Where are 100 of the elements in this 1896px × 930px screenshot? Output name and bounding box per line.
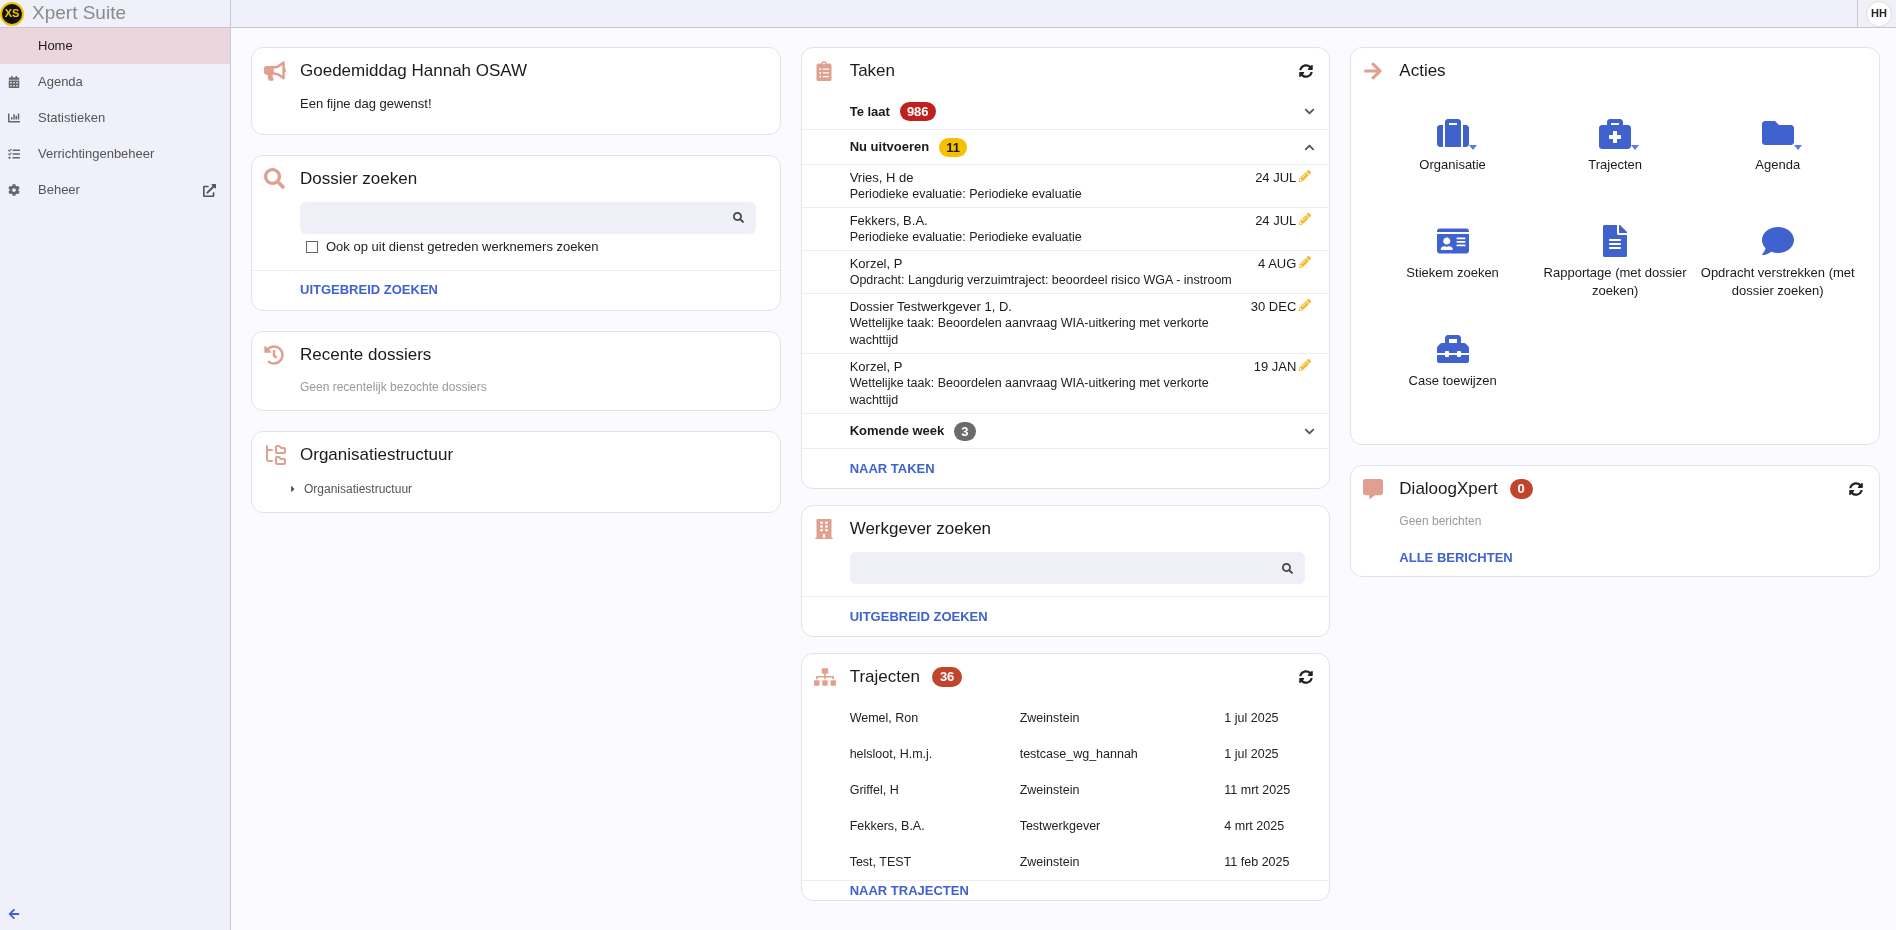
task-group-header[interactable]: Komende week 3 <box>801 413 1330 448</box>
table-cell-text: Zweinstein <box>1019 781 1081 799</box>
count-badge: 36 <box>931 667 963 687</box>
card-link[interactable]: UITGEBREID ZOEKEN <box>300 280 438 300</box>
task-description: Wettelijke taak: Beoordelen aanvraag WIA-uitkering met verkorte wachttijd <box>849 375 1210 409</box>
action-label: Trajecten <box>1588 156 1642 174</box>
toolbox-icon <box>1436 333 1469 365</box>
pencil-icon[interactable] <box>1299 359 1312 371</box>
task-description: Wettelijke taak: Beoordelen aanvraag WIA-uitkering met verkorte wachttijd <box>849 315 1210 349</box>
task-name: Fekkers, B.A. <box>849 212 929 229</box>
card-title: Trajecten <box>849 666 920 689</box>
task-row[interactable]: Vries, H de Periodieke evaluatie: Periodieke evaluatie 24 JUL <box>801 164 1330 207</box>
speech-bubble-icon <box>1761 225 1794 257</box>
action-label: Opdracht verstrekken (met dossier zoeken) <box>1699 264 1856 300</box>
tree-item[interactable]: Organisatiestructuur <box>288 477 780 500</box>
card-title: Taken <box>849 60 896 83</box>
task-description: Periodieke evaluatie: Periodieke evaluatie <box>849 186 1083 203</box>
card-link[interactable]: NAAR TRAJECTEN <box>849 880 969 901</box>
table-cell-text: Testwerkgever <box>1019 817 1102 835</box>
pencil-icon[interactable] <box>1299 170 1312 182</box>
search-field[interactable] <box>849 552 1306 584</box>
search-icon <box>264 168 285 189</box>
traject-row[interactable]: Wemel, Ron Zweinstein 1 jul 2025 <box>801 700 1330 736</box>
task-row[interactable]: Dossier Testwerkgever 1, D. Wettelijke taak: Beoordelen aanvraag WIA-uitkering met verkorte wachttijd 30 DEC <box>801 293 1330 353</box>
count-badge: 3 <box>954 421 976 441</box>
search-field[interactable] <box>300 201 756 234</box>
greeting-text: Een fijne dag gewenst! <box>299 95 433 113</box>
table-cell-text: 11 mrt 2025 <box>1224 781 1292 799</box>
medical-kit-icon <box>1599 117 1632 149</box>
table-cell-text: testcase_wg_hannah <box>1019 745 1139 763</box>
pencil-icon[interactable] <box>1299 256 1312 268</box>
action-label: Agenda <box>1755 156 1801 174</box>
app-title: Xpert Suite <box>32 1 126 26</box>
task-date: 30 DEC <box>1250 298 1297 316</box>
card-title: Acties <box>1399 60 1446 83</box>
checkbox-label: Ook op uit dienst getreden werknemers zoeken <box>326 237 599 256</box>
table-cell-text: Fekkers, B.A. <box>849 817 926 835</box>
refresh-icon[interactable] <box>1849 482 1863 496</box>
chevron-down-icon <box>1304 106 1316 117</box>
card-title: Goedemiddag Hannah OSAW <box>300 60 528 83</box>
hierarchy-icon <box>813 666 836 688</box>
arrow-right-icon <box>1363 61 1384 81</box>
traject-row[interactable]: Fekkers, B.A. Testwerkgever 4 mrt 2025 <box>801 808 1330 844</box>
action-tile[interactable]: Rapportage (met dossier zoeken) <box>1533 224 1697 332</box>
task-description: Opdracht: Langdurig verzuimtraject: beoordeel risico WGA - instroom <box>849 272 1233 289</box>
task-group-header[interactable]: Nu uitvoeren 11 <box>801 129 1330 164</box>
action-tile[interactable]: Opdracht verstrekken (met dossier zoeken) <box>1696 224 1859 332</box>
traject-row[interactable]: helsloot, H.m.j. testcase_wg_hannah 1 jul 2025 <box>801 736 1330 772</box>
task-date: 4 AUG <box>1258 255 1297 273</box>
suitcase-icon <box>1436 117 1469 149</box>
action-label: Rapportage (met dossier zoeken) <box>1542 264 1688 300</box>
card-link[interactable]: NAAR TAKEN <box>849 458 935 479</box>
traject-row[interactable]: Test, TEST Zweinstein 11 feb 2025 <box>801 844 1330 880</box>
task-name: Vries, H de <box>849 169 915 186</box>
table-cell-text: helsloot, H.m.j. <box>849 745 934 763</box>
table-cell-text: 1 jul 2025 <box>1224 709 1280 727</box>
refresh-icon[interactable] <box>1299 670 1314 684</box>
sidebar-item[interactable]: Verrichtingenbeheer <box>0 136 230 172</box>
empty-text: Geen recentelijk bezochte dossiers <box>299 378 488 396</box>
action-tile[interactable]: Agenda <box>1696 116 1859 224</box>
task-row[interactable]: Korzel, P Wettelijke taak: Beoordelen aanvraag WIA-uitkering met verkorte wachttijd 19 JAN <box>801 353 1330 413</box>
task-row[interactable]: Korzel, P Opdracht: Langdurig verzuimtraject: beoordeel risico WGA - instroom 4 AUG <box>801 250 1330 293</box>
message-icon <box>1363 479 1384 499</box>
traject-row[interactable]: Griffel, H Zweinstein 11 mrt 2025 <box>801 772 1330 808</box>
external-link-icon[interactable] <box>203 183 216 197</box>
task-group-header[interactable]: Te laat 986 <box>801 94 1330 129</box>
user-avatar[interactable]: HH <box>1866 0 1892 27</box>
dropdown-caret-icon <box>1793 145 1802 150</box>
action-tile[interactable]: Trajecten <box>1533 116 1697 224</box>
task-name: Dossier Testwerkgever 1, D. <box>849 298 1013 315</box>
task-date: 24 JUL <box>1255 169 1297 187</box>
pencil-icon[interactable] <box>1299 213 1312 225</box>
action-tile[interactable]: Stiekem zoeken <box>1371 224 1534 332</box>
refresh-icon[interactable] <box>1299 64 1314 78</box>
action-tile[interactable]: Organisatie <box>1371 116 1534 224</box>
calendar-icon <box>8 76 20 88</box>
sidebar-item[interactable]: Statistieken <box>0 100 230 136</box>
task-row[interactable]: Fekkers, B.A. Periodieke evaluatie: Periodieke evaluatie 24 JUL <box>801 207 1330 250</box>
card-title: Organisatiestructuur <box>300 443 454 466</box>
search-icon <box>732 212 744 223</box>
sidebar-item[interactable]: Home <box>0 28 230 64</box>
card-title: Werkgever zoeken <box>849 518 992 541</box>
table-cell-text: 1 jul 2025 <box>1224 745 1280 763</box>
card-link[interactable]: ALLE BERICHTEN <box>1399 548 1513 568</box>
table-cell-text: Wemel, Ron <box>849 709 920 727</box>
task-name: Korzel, P <box>849 358 904 375</box>
card-title: Dossier zoeken <box>300 167 418 190</box>
table-cell-text: Zweinstein <box>1019 853 1081 871</box>
pencil-icon[interactable] <box>1299 299 1312 311</box>
folder-tree-icon <box>264 442 288 467</box>
dropdown-caret-icon <box>1468 145 1477 150</box>
action-label: Case toewijzen <box>1408 372 1497 390</box>
sidebar-item[interactable]: Beheer <box>0 172 230 208</box>
table-cell-text: Griffel, H <box>849 781 900 799</box>
collapse-icon[interactable] <box>8 908 20 920</box>
card-link[interactable]: UITGEBREID ZOEKEN <box>849 606 988 627</box>
building-icon <box>813 519 834 539</box>
sidebar-item[interactable]: Agenda <box>0 64 230 100</box>
action-tile[interactable]: Case toewijzen <box>1371 332 1534 440</box>
checkbox[interactable] <box>306 240 318 253</box>
